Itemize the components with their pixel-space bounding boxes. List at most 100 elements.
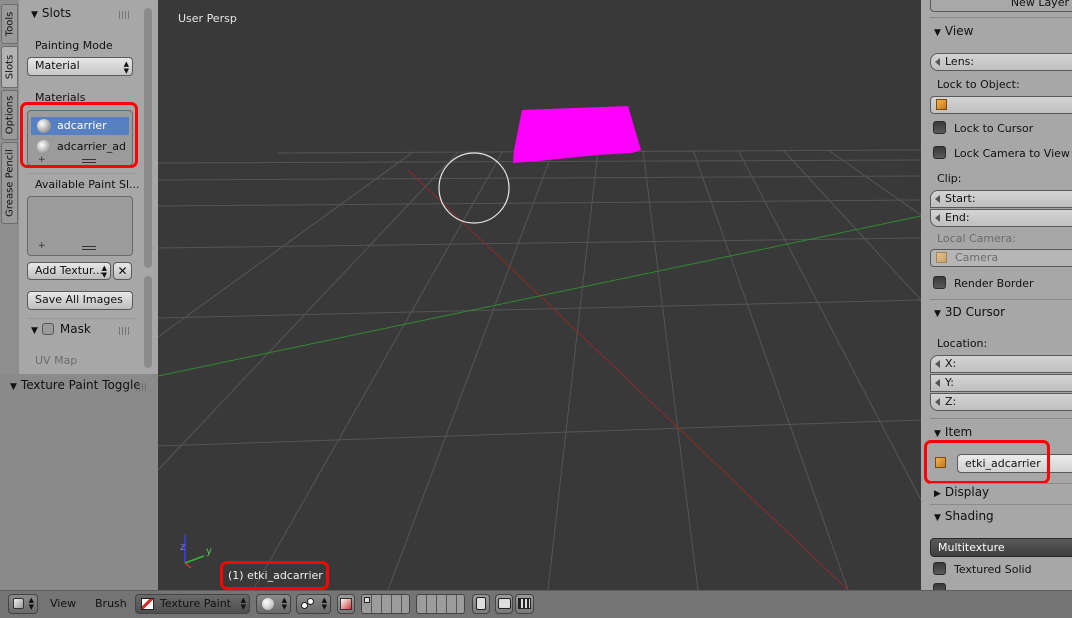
lock-camera-checkbox[interactable] — [933, 146, 946, 159]
panel-grip-icon[interactable] — [119, 11, 131, 19]
tab-slots[interactable]: Slots — [1, 46, 18, 88]
mesh-object[interactable] — [513, 106, 641, 163]
local-camera-label: Local Camera: — [937, 232, 1016, 245]
updown-icon: ▲ ▼ — [28, 596, 34, 611]
camera-icon — [498, 598, 511, 609]
lock-to-cursor-checkbox[interactable] — [933, 121, 946, 134]
panel-grip-icon[interactable] — [136, 383, 148, 391]
updown-icon: ▲ ▼ — [123, 60, 129, 75]
item-panel-header[interactable]: ▼ Item — [934, 425, 972, 439]
divider — [930, 504, 1072, 505]
clip-end-field[interactable]: End: — [930, 209, 1072, 227]
3d-view-icon — [13, 598, 24, 609]
decrement-arrow-icon — [935, 214, 940, 222]
tab-tools[interactable]: Tools — [1, 4, 18, 44]
mask-checkbox[interactable] — [41, 323, 54, 335]
mask-panel-header[interactable]: ▼ Mask — [31, 322, 91, 336]
painting-mode-select[interactable]: Material ▲ ▼ — [27, 57, 133, 76]
render-opengl-button[interactable] — [495, 594, 513, 614]
highlight-materials — [20, 102, 138, 168]
viewport-shading-select[interactable]: ▲ ▼ — [256, 594, 291, 614]
active-layer-icon — [364, 597, 370, 603]
render-animation-button[interactable] — [515, 594, 534, 614]
cursor-y-field[interactable]: Y: — [930, 374, 1072, 392]
gizmo-z-label: z — [180, 542, 186, 553]
decrement-arrow-icon — [935, 379, 940, 387]
remove-texture-button[interactable]: ✕ — [113, 262, 132, 280]
decrement-arrow-icon — [935, 195, 940, 203]
render-border-label: Render Border — [954, 277, 1034, 290]
updown-icon: ▲ ▼ — [101, 264, 107, 279]
occlude-geometry-button[interactable] — [337, 594, 355, 614]
lock-scene-button[interactable] — [472, 594, 490, 614]
view-panel-header[interactable]: ▼ View — [934, 24, 973, 38]
uv-map-label: UV Map — [35, 354, 78, 367]
add-texture-select[interactable]: Add Textur... ▲ ▼ — [27, 262, 111, 280]
display-panel-header[interactable]: ▶ Display — [934, 485, 989, 499]
updown-icon: ▲ ▼ — [281, 596, 287, 611]
mode-select[interactable]: Texture Paint ▲ ▼ — [135, 594, 250, 614]
cursor-x-field[interactable]: X: — [930, 355, 1072, 373]
pivot-select[interactable]: ▲ ▼ — [296, 594, 331, 614]
viewport-header-bar: ▲ ▼ View Brush Texture Paint ▲ ▼ ▲ ▼ ▲ ▼ — [0, 590, 1072, 618]
y-axis-line — [158, 215, 921, 377]
add-slot-icon[interactable]: + — [38, 241, 46, 251]
decrement-arrow-icon — [935, 58, 940, 66]
lock-to-object-label: Lock to Object: — [937, 78, 1020, 91]
brush-menu[interactable]: Brush — [95, 597, 127, 610]
slots-panel-header[interactable]: ▼ Slots — [31, 6, 71, 20]
layer-buttons-group-1[interactable] — [361, 594, 410, 614]
divider — [930, 483, 1072, 484]
shelf-scrollbar[interactable] — [144, 8, 152, 268]
clapper-icon — [518, 598, 531, 609]
divider — [930, 299, 1072, 300]
updown-icon: ▲ ▼ — [321, 596, 327, 611]
clip-label: Clip: — [937, 172, 962, 185]
list-resize-grip-icon[interactable] — [82, 246, 96, 250]
tab-grease-pencil[interactable]: Grease Pencil — [1, 142, 18, 224]
view-menu[interactable]: View — [50, 597, 76, 610]
shading-option-checkbox[interactable] — [933, 583, 946, 590]
lock-to-object-field[interactable] — [930, 96, 1072, 114]
render-border-checkbox[interactable] — [933, 276, 946, 289]
local-camera-field[interactable]: Camera — [930, 249, 1072, 267]
mask-cube-icon — [340, 598, 352, 610]
layer-buttons-group-2[interactable] — [416, 594, 465, 614]
lock-to-cursor-label: Lock to Cursor — [954, 122, 1034, 135]
lens-field[interactable]: Lens: — [930, 53, 1072, 71]
gizmo-y-label: y — [206, 546, 212, 557]
cursor-z-field[interactable]: Z: — [930, 393, 1072, 411]
view-label: User Persp — [178, 12, 237, 25]
textured-solid-label: Textured Solid — [954, 563, 1032, 576]
viewport-canvas — [158, 106, 921, 590]
shelf-scrollbar-track[interactable] — [144, 276, 152, 368]
3d-viewport[interactable]: User Persp y z (1) etki_adcarrier — [158, 0, 921, 590]
tab-options[interactable]: Options — [1, 90, 18, 140]
3d-cursor-panel-header[interactable]: ▼ 3D Cursor — [934, 305, 1005, 319]
shading-mode-select[interactable]: Multitexture — [930, 538, 1072, 557]
highlight-object-label — [220, 561, 329, 590]
pivot-icon — [301, 598, 315, 610]
available-paint-slots-list: + — [27, 196, 133, 256]
texture-paint-icon — [141, 598, 154, 610]
new-layer-button[interactable]: New Layer — [930, 0, 1072, 12]
textured-solid-checkbox[interactable] — [933, 562, 946, 575]
floor-grid — [158, 149, 921, 590]
lock-icon — [476, 597, 486, 610]
decrement-arrow-icon — [935, 360, 940, 368]
location-label: Location: — [937, 337, 988, 350]
gizmo-x-axis — [184, 562, 192, 569]
tool-shelf: Tools Slots Options Grease Pencil ▼ Slots… — [0, 0, 158, 374]
shading-panel-header[interactable]: ▼ Shading — [934, 509, 994, 523]
editor-type-select[interactable]: ▲ ▼ — [8, 594, 38, 614]
lock-camera-label: Lock Camera to View — [954, 147, 1070, 160]
operator-panel-header[interactable]: ▼ Texture Paint Toggle — [10, 378, 141, 392]
highlight-item-name — [924, 440, 1050, 484]
save-all-images-button[interactable]: Save All Images — [27, 291, 133, 310]
divider — [27, 318, 137, 319]
close-icon: ✕ — [117, 264, 128, 278]
properties-region: New Layer ▼ View Lens: Lock to Object: Lo… — [921, 0, 1072, 590]
panel-grip-icon[interactable] — [119, 327, 131, 335]
divider — [930, 17, 1072, 18]
clip-start-field[interactable]: Start: — [930, 190, 1072, 208]
